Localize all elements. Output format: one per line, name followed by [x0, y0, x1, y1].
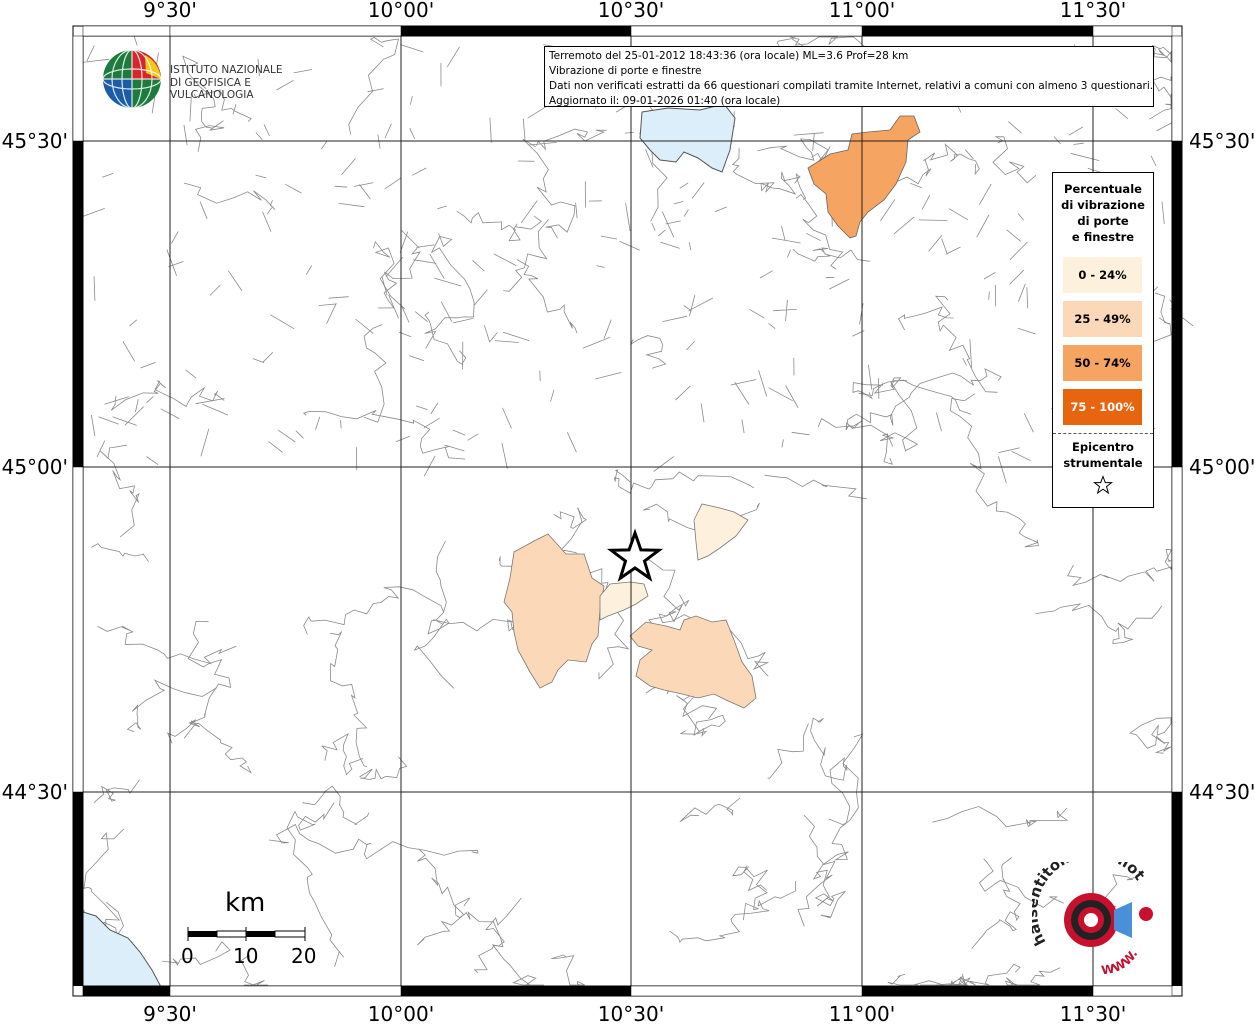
info-line-2: Vibrazione di porte e finestre	[549, 65, 702, 77]
right-axis-label: 45°00'	[1189, 455, 1255, 479]
logo-line1: Istituto Nazionale	[170, 64, 283, 76]
star-icon	[1093, 475, 1113, 495]
right-axis-label: 45°30'	[1189, 129, 1255, 153]
ingv-logo: Istituto Nazionale di Geofisica e Vulcan…	[100, 47, 320, 109]
top-axis-label: 9°30'	[143, 0, 197, 22]
scale-label-10: 10	[233, 944, 259, 968]
globe-icon	[102, 49, 162, 109]
epicenter-legend-label: Epicentro strumentale	[1063, 440, 1143, 470]
info-line-3: Dati non verificati estratti da 66 quest…	[549, 80, 1154, 92]
top-axis-label: 10°30'	[598, 0, 664, 22]
legend-title: Percentuale di vibrazione di porte e fin…	[1061, 182, 1145, 244]
right-axis-label: 44°30'	[1189, 780, 1255, 804]
logo-line2: di Geofisica e Vulcanologia	[170, 77, 254, 101]
earthquake-info-box: Terremoto del 25-01-2012 18:43:36 (ora l…	[544, 46, 1154, 107]
bottom-axis-label: 9°30'	[143, 1002, 197, 1024]
info-line-4: Aggiornato il: 09-01-2026 01:40 (ora loc…	[549, 95, 781, 107]
legend-item-50-74: 50 - 74%	[1063, 345, 1142, 381]
bottom-axis-label: 11°30'	[1060, 1002, 1126, 1024]
top-axis-label: 11°30'	[1060, 0, 1126, 22]
left-axis-label: 44°30'	[2, 780, 68, 804]
legend-separator	[1053, 433, 1153, 434]
legend: Percentuale di vibrazione di porte e fin…	[1052, 172, 1154, 508]
scale-unit: km	[225, 888, 266, 918]
scale-label-20: 20	[291, 944, 317, 968]
bottom-axis-label: 11°00'	[829, 1002, 895, 1024]
top-axis-label: 11°00'	[829, 0, 895, 22]
haisentito-logo: haisentitoilterremoto.it WWW.	[1023, 843, 1167, 978]
legend-item-75-100: 75 - 100%	[1063, 389, 1142, 425]
legend-item-0-24: 0 - 24%	[1063, 257, 1142, 293]
bottom-axis-label: 10°00'	[368, 1002, 434, 1024]
top-axis-label: 10°00'	[368, 0, 434, 22]
boundary-line	[340, 420, 342, 429]
site-logo-url: WWW.	[1100, 947, 1140, 977]
left-axis-label: 45°30'	[2, 129, 68, 153]
info-line-1: Terremoto del 25-01-2012 18:43:36 (ora l…	[549, 50, 909, 62]
left-axis-label: 45°00'	[2, 455, 68, 479]
bottom-axis-label: 10°30'	[598, 1002, 664, 1024]
scale-label-0: 0	[181, 944, 194, 968]
legend-item-25-49: 25 - 49%	[1063, 301, 1142, 337]
boundary-line	[878, 378, 880, 399]
